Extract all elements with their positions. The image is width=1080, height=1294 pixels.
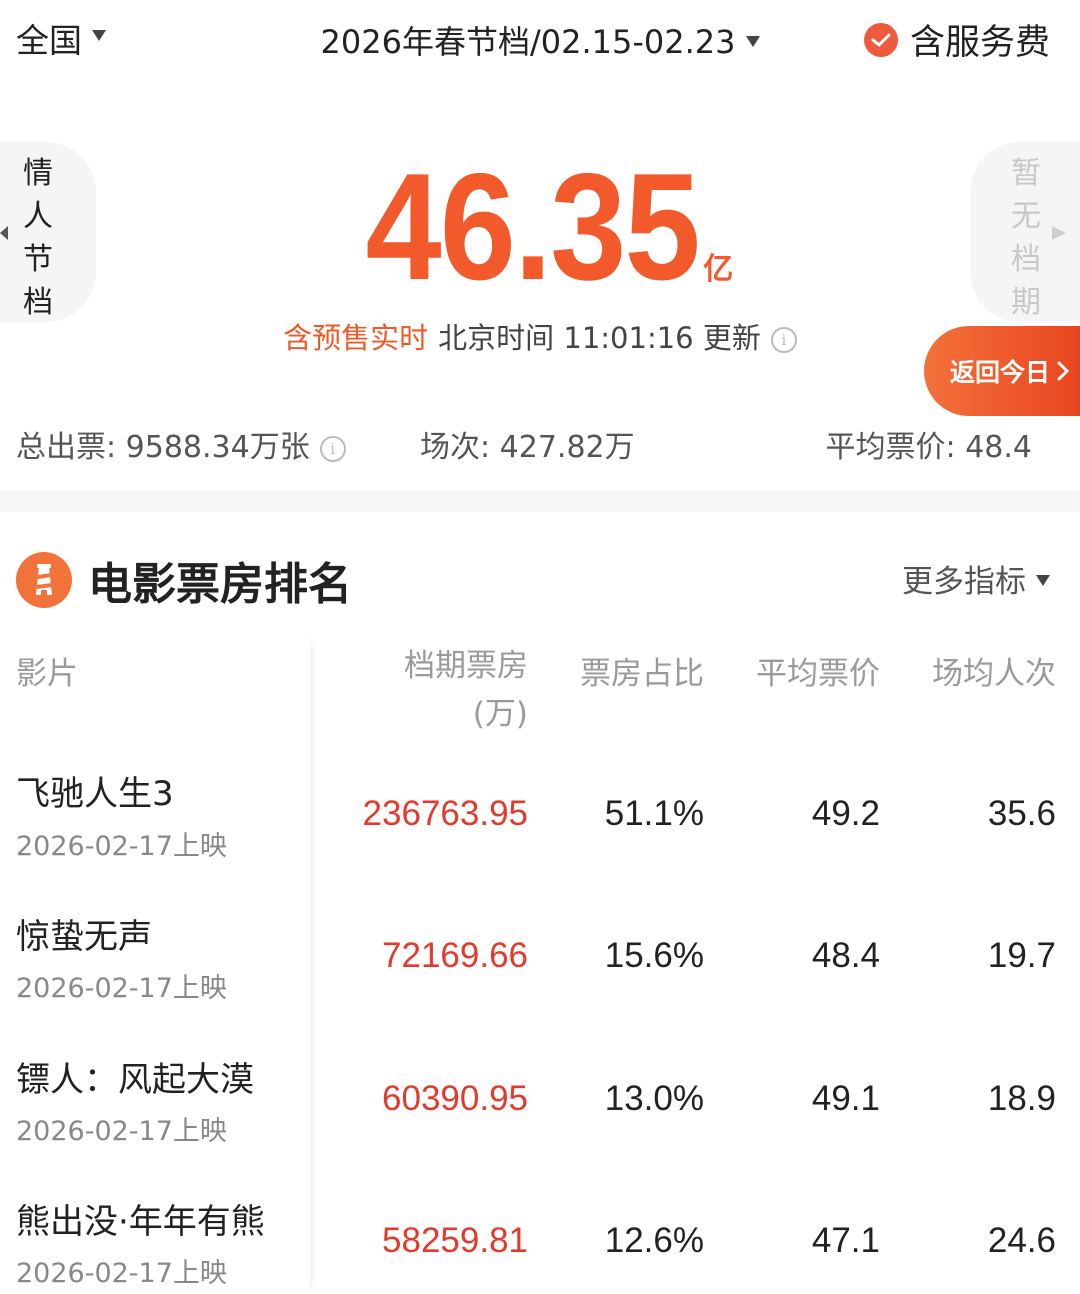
total-box-office-value: 46.35 <box>365 142 700 312</box>
film-name: 惊蛰无声 <box>16 917 152 957</box>
avg-audience-value: 18.9 <box>987 1079 1056 1118</box>
chevron-down-icon <box>1036 575 1050 586</box>
header-box-office[interactable]: 档期票房 (万) <box>404 642 528 738</box>
avg-price-stat: 平均票价: 48.4 <box>825 430 1032 465</box>
film-name: 熊出没·年年有熊 <box>16 1202 265 1242</box>
total-box-office-unit: 亿 <box>703 252 734 287</box>
ranking-title: 电影票房排名 <box>16 548 352 612</box>
ranking-title-text: 电影票房排名 <box>88 559 352 610</box>
avg-price-value: 49.1 <box>811 1079 880 1118</box>
back-to-today-button[interactable]: 返回今日 <box>924 326 1080 416</box>
release-date: 2026-02-17上映 <box>16 973 227 1004</box>
header-film[interactable]: 影片 <box>16 648 78 693</box>
chevron-down-icon <box>745 35 760 47</box>
header-avg-price[interactable]: 平均票价 <box>756 648 880 693</box>
film-name: 飞驰人生3 <box>16 774 174 814</box>
header-share[interactable]: 票房占比 <box>580 648 704 693</box>
service-fee-label: 含服务费 <box>909 23 1050 63</box>
avg-audience-value: 35.6 <box>987 794 1056 833</box>
share-value: 15.6% <box>604 936 704 975</box>
top-bar: 全国 2026年春节档/02.15-02.23 含服务费 <box>0 0 1080 80</box>
avg-audience-value: 24.6 <box>987 1221 1056 1260</box>
chevron-right-icon <box>1057 361 1070 381</box>
share-value: 51.1% <box>604 794 704 833</box>
share-value: 12.6% <box>604 1221 704 1260</box>
total-tickets-text: 总出票: 9588.34万张 <box>16 430 310 465</box>
shows-stat: 场次: 427.82万 <box>420 430 635 465</box>
service-fee-toggle[interactable]: 含服务费 <box>863 14 1050 65</box>
back-to-today-label: 返回今日 <box>950 358 1051 387</box>
total-tickets-stat: 总出票: 9588.34万张 i <box>16 422 346 466</box>
header-avg-audience[interactable]: 场均人次 <box>932 648 1056 693</box>
checkmark-icon <box>863 22 898 57</box>
avg-audience-value: 19.7 <box>987 936 1056 975</box>
update-info: 含预售实时 北京时间 11:01:16 更新 i <box>0 315 1080 357</box>
release-date: 2026-02-17上映 <box>16 1116 227 1147</box>
header-box-office-unit: (万) <box>472 696 528 732</box>
box-office-value: 60390.95 <box>382 1079 528 1118</box>
period-label: 2026年春节档/02.15-02.23 <box>320 23 736 61</box>
update-time: 北京时间 11:01:16 更新 <box>438 321 761 355</box>
section-divider <box>0 490 1080 512</box>
avg-price-value: 47.1 <box>811 1221 880 1260</box>
info-icon[interactable]: i <box>319 435 346 462</box>
box-office-value: 58259.81 <box>382 1221 528 1260</box>
release-date: 2026-02-17上映 <box>16 1258 227 1289</box>
more-metrics-dropdown[interactable]: 更多指标 <box>902 556 1050 601</box>
lighthouse-icon <box>16 552 72 608</box>
more-metrics-label: 更多指标 <box>902 564 1026 600</box>
info-icon[interactable]: i <box>770 327 797 353</box>
box-office-value: 236763.95 <box>362 794 528 833</box>
total-box-office: 46.35 亿 <box>0 140 1080 315</box>
box-office-value: 72169.66 <box>382 936 528 975</box>
release-date: 2026-02-17上映 <box>16 831 227 862</box>
avg-price-value: 49.2 <box>811 794 880 833</box>
avg-price-value: 48.4 <box>811 936 880 975</box>
presale-realtime-label: 含预售实时 <box>283 321 429 355</box>
film-name: 镖人：风起大漠 <box>16 1060 254 1100</box>
header-box-office-label: 档期票房 <box>404 648 528 684</box>
share-value: 13.0% <box>604 1079 704 1118</box>
